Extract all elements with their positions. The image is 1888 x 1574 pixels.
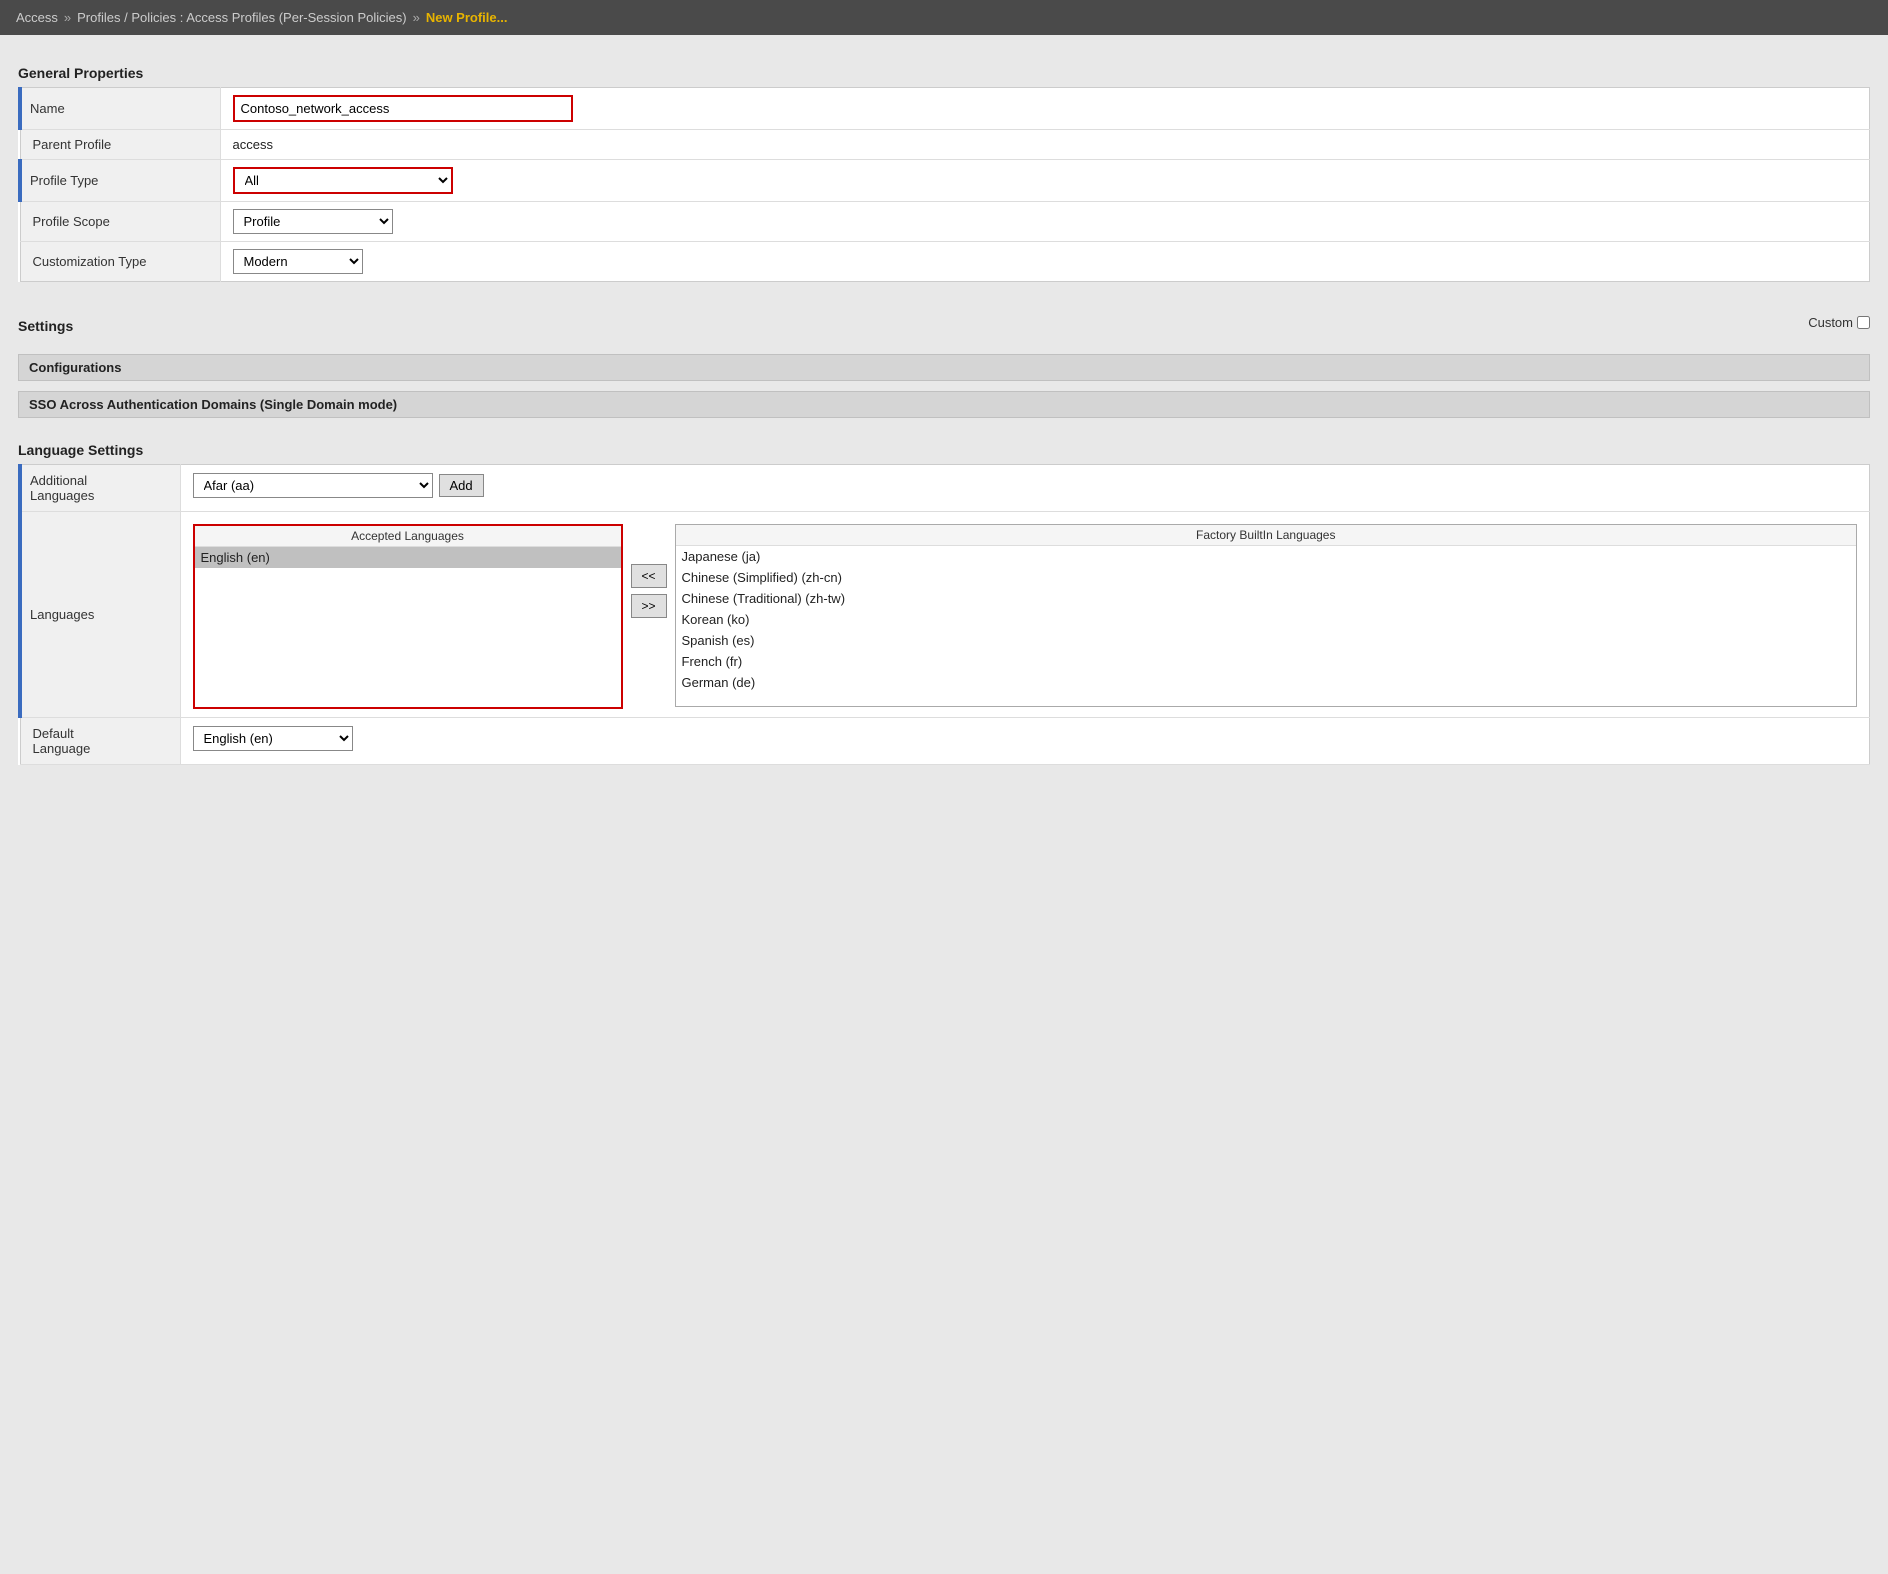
parent-profile-label: Parent Profile [20,130,220,160]
accepted-lang-item-english[interactable]: English (en) [195,547,621,568]
factory-lang-item-german[interactable]: German (de) [676,672,1856,693]
custom-checkbox[interactable] [1857,316,1870,329]
language-arrow-buttons: << >> [631,524,667,618]
accepted-languages-box: Accepted Languages English (en) [193,524,623,709]
profile-scope-select[interactable]: Profile Global Named [233,209,393,234]
additional-languages-select[interactable]: Afar (aa) Abkhazian (ab) Afrikaans (af) … [193,473,433,498]
breadcrumb-sep1: » [64,10,71,25]
profile-type-label: Profile Type [20,160,220,202]
default-language-value-cell: English (en) Japanese (ja) French (fr) G… [180,718,1870,765]
accepted-languages-title: Accepted Languages [195,526,621,547]
factory-lang-item-spanish[interactable]: Spanish (es) [676,630,1856,651]
profile-scope-value-cell: Profile Global Named [220,202,1870,242]
language-settings-heading: Language Settings [18,442,1870,458]
factory-languages-title: Factory BuiltIn Languages [676,525,1856,546]
customization-type-label: Customization Type [20,242,220,282]
parent-profile-row: Parent Profile access [20,130,1870,160]
breadcrumb-new-profile: New Profile... [426,10,508,25]
breadcrumb: Access » Profiles / Policies : Access Pr… [0,0,1888,35]
factory-languages-box: Factory BuiltIn Languages Japanese (ja) … [675,524,1857,707]
custom-check-container: Custom [1808,315,1870,330]
accepted-languages-scroll[interactable]: English (en) [195,547,621,707]
profile-scope-label: Profile Scope [20,202,220,242]
languages-row: Languages Accepted Languages English (en… [20,512,1870,718]
factory-lang-item-japanese[interactable]: Japanese (ja) [676,546,1856,567]
parent-profile-value: access [220,130,1870,160]
factory-lang-item-chinese-simplified[interactable]: Chinese (Simplified) (zh-cn) [676,567,1856,588]
configurations-band: Configurations [18,354,1870,381]
breadcrumb-access: Access [16,10,58,25]
settings-row: Settings Custom [18,298,1870,346]
languages-value-cell: Accepted Languages English (en) << >> Fa… [180,512,1870,718]
settings-heading: Settings [18,318,73,334]
factory-languages-scroll[interactable]: Japanese (ja) Chinese (Simplified) (zh-c… [676,546,1856,706]
add-language-row: Afar (aa) Abkhazian (ab) Afrikaans (af) … [193,473,1858,498]
breadcrumb-sep2: » [413,10,420,25]
general-properties-table: Name Parent Profile access Profile Type … [18,87,1870,282]
custom-label: Custom [1808,315,1853,330]
additional-languages-row: AdditionalLanguages Afar (aa) Abkhazian … [20,465,1870,512]
default-language-row: DefaultLanguage English (en) Japanese (j… [20,718,1870,765]
factory-lang-item-korean[interactable]: Korean (ko) [676,609,1856,630]
languages-label: Languages [20,512,180,718]
profile-type-row: Profile Type All LTM-APM SSL-VPN Applica… [20,160,1870,202]
default-language-select-row: English (en) Japanese (ja) French (fr) G… [193,726,1858,751]
additional-languages-value-cell: Afar (aa) Abkhazian (ab) Afrikaans (af) … [180,465,1870,512]
language-lists-container: Accepted Languages English (en) << >> Fa… [193,524,1858,709]
name-row: Name [20,88,1870,130]
customization-type-value-cell: Modern Standard None [220,242,1870,282]
name-label: Name [20,88,220,130]
default-language-label: DefaultLanguage [20,718,180,765]
customization-type-row: Customization Type Modern Standard None [20,242,1870,282]
profile-type-select[interactable]: All LTM-APM SSL-VPN Application Access P… [233,167,453,194]
factory-lang-item-french[interactable]: French (fr) [676,651,1856,672]
sso-band: SSO Across Authentication Domains (Singl… [18,391,1870,418]
default-language-select[interactable]: English (en) Japanese (ja) French (fr) G… [193,726,353,751]
profile-scope-row: Profile Scope Profile Global Named [20,202,1870,242]
add-language-button[interactable]: Add [439,474,484,497]
general-properties-heading: General Properties [18,65,1870,81]
name-input[interactable] [233,95,573,122]
customization-type-select[interactable]: Modern Standard None [233,249,363,274]
breadcrumb-profiles: Profiles / Policies : Access Profiles (P… [77,10,406,25]
language-settings-table: AdditionalLanguages Afar (aa) Abkhazian … [18,464,1870,765]
additional-languages-label: AdditionalLanguages [20,465,180,512]
factory-lang-item-chinese-traditional[interactable]: Chinese (Traditional) (zh-tw) [676,588,1856,609]
name-value-cell [220,88,1870,130]
move-right-button[interactable]: >> [631,594,667,618]
profile-type-value-cell: All LTM-APM SSL-VPN Application Access P… [220,160,1870,202]
move-left-button[interactable]: << [631,564,667,588]
